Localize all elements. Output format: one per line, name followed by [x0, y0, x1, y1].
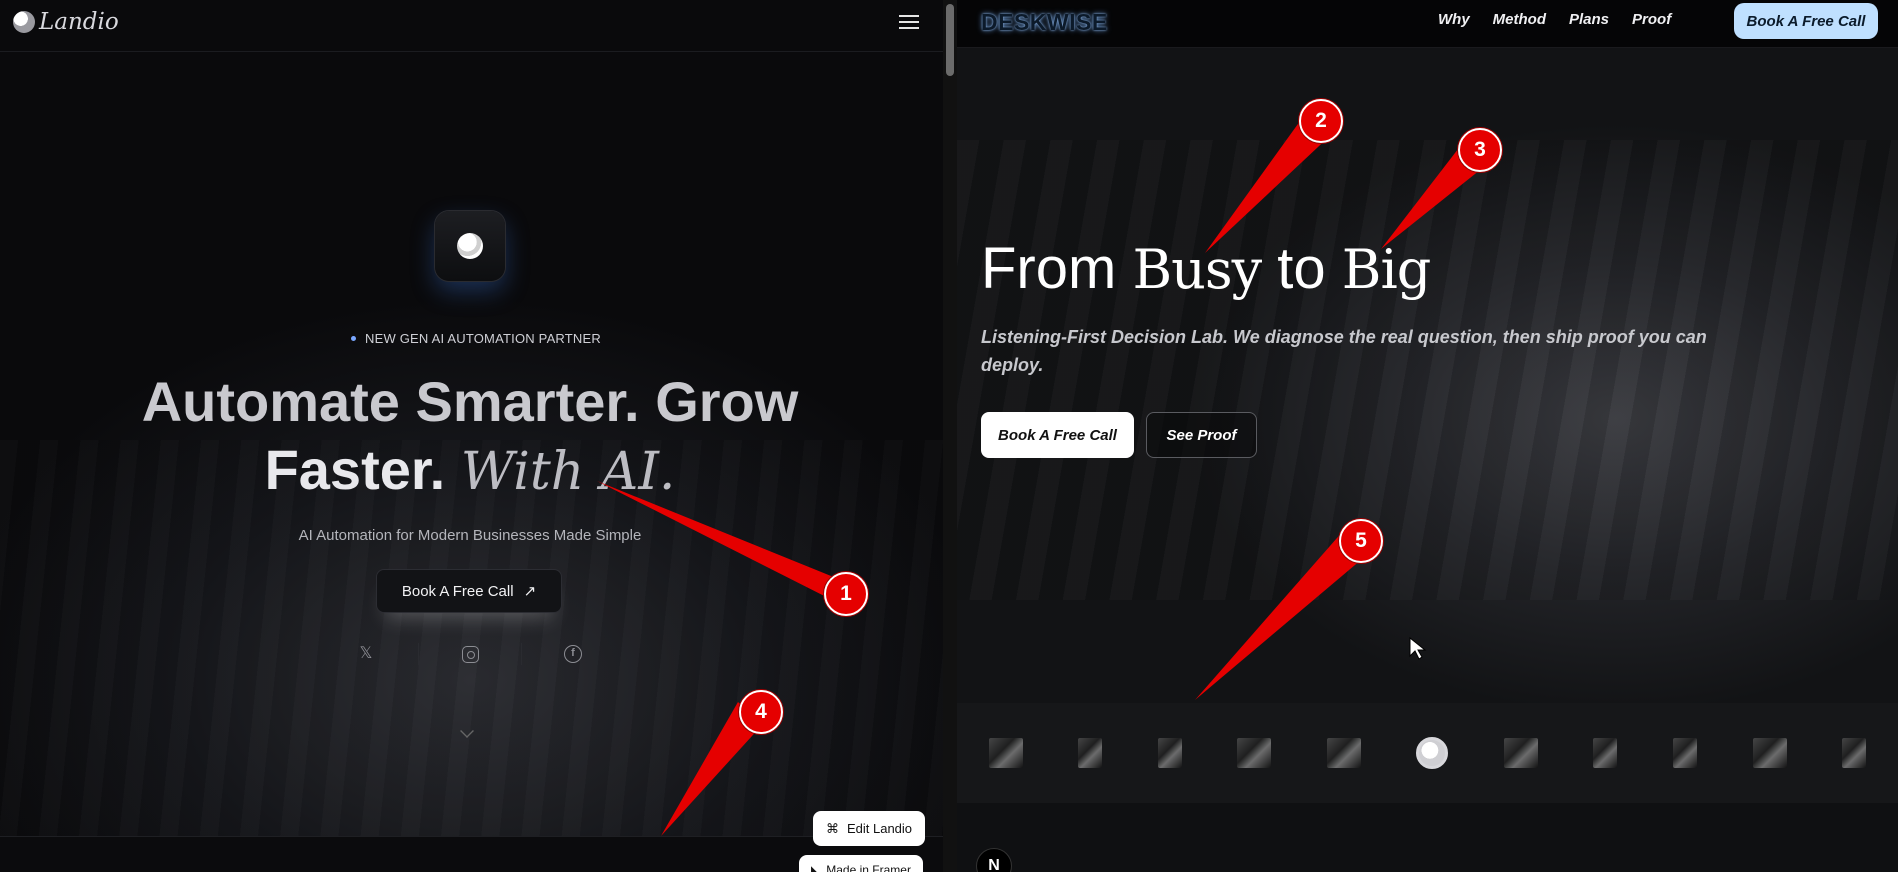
hero-subtitle: AI Automation for Modern Businesses Made… — [298, 527, 642, 544]
chevron-down-icon[interactable] — [460, 724, 474, 738]
arrow-up-right-icon: ↗ — [523, 583, 537, 600]
landio-brand[interactable]: Landio — [13, 9, 119, 35]
mouse-cursor-icon — [1409, 637, 1427, 660]
social-links: 𝕏 f — [356, 640, 582, 668]
divider — [418, 643, 420, 665]
hero-line1b: Grow — [655, 370, 799, 433]
marker-4: 4 — [739, 690, 783, 734]
tagline: NEW GEN AI AUTOMATION PARTNER — [351, 331, 601, 346]
landio-logo-icon — [13, 11, 35, 33]
strip-lower-band — [957, 803, 1898, 872]
strip-image — [1842, 738, 1867, 768]
scrollbar-thumb[interactable] — [946, 4, 954, 76]
logo-strip — [957, 703, 1898, 803]
edit-landio-label: Edit Landio — [846, 821, 913, 836]
framer-icon: ◣ — [811, 863, 821, 872]
hero-line2b: With AI. — [460, 442, 676, 502]
title-big: Big — [1341, 238, 1432, 301]
nav-why[interactable]: Why — [1438, 11, 1470, 28]
nav-plans[interactable]: Plans — [1569, 11, 1609, 28]
made-in-framer-label: Made in Framer — [826, 863, 911, 872]
menu-icon[interactable] — [899, 15, 919, 29]
strip-image — [1326, 738, 1361, 768]
nav-method[interactable]: Method — [1493, 11, 1546, 28]
nav-links: Why Method Plans Proof — [1438, 11, 1671, 28]
landio-brand-name: Landio — [39, 9, 119, 35]
strip-image — [1078, 738, 1103, 768]
deskwise-logo[interactable]: DESKWISE — [981, 9, 1108, 36]
deskwise-pane: DESKWISE Why Method Plans Proof Book A F… — [957, 0, 1898, 872]
marker-1: 1 — [824, 572, 868, 616]
strip-image — [1593, 738, 1618, 768]
strip-image — [988, 738, 1023, 768]
hero-book-call-button[interactable]: Book A Free Call — [981, 412, 1134, 458]
strip-image — [1752, 738, 1787, 768]
facebook-icon[interactable]: f — [564, 645, 582, 663]
left-scrollbar[interactable] — [943, 0, 957, 872]
divider — [520, 643, 522, 665]
strip-image — [1673, 738, 1698, 768]
strip-image — [1157, 738, 1182, 768]
x-twitter-icon[interactable]: 𝕏 — [356, 644, 376, 664]
landio-pane: Landio NEW GEN AI AUTOMATION PARTNER Aut… — [0, 0, 943, 872]
deskwise-nav: DESKWISE Why Method Plans Proof Book A F… — [957, 0, 1898, 48]
instagram-icon[interactable] — [461, 645, 479, 663]
edit-landio-button[interactable]: ⌘ Edit Landio — [813, 811, 925, 846]
strip-logo-icon — [1416, 737, 1449, 769]
book-call-label: Book A Free Call — [401, 582, 514, 600]
strip-image — [1237, 738, 1272, 768]
title-from: From — [981, 236, 1117, 301]
hero-title: Automate Smarter. Grow Faster. With AI. — [60, 368, 880, 506]
globe-icon — [457, 233, 483, 259]
tagline-dot-icon — [351, 336, 356, 341]
hero-line1a: Automate Smarter. — [141, 370, 640, 433]
hero-line2a: Faster. — [264, 438, 446, 501]
deskwise-hero-title: From Busy to Big — [981, 234, 1432, 305]
tagline-text: NEW GEN AI AUTOMATION PARTNER — [365, 331, 601, 346]
marker-5: 5 — [1339, 519, 1383, 563]
command-icon: ⌘ — [825, 820, 839, 836]
see-proof-button[interactable]: See Proof — [1146, 412, 1257, 458]
deskwise-hero-subtitle: Listening-First Decision Lab. We diagnos… — [981, 327, 1707, 375]
landio-topbar: Landio — [0, 0, 943, 52]
book-call-button[interactable]: Book A Free Call ↗ — [376, 569, 562, 613]
marker-3: 3 — [1458, 128, 1502, 172]
strip-image — [1503, 738, 1538, 768]
marker-2: 2 — [1299, 99, 1343, 143]
nav-proof[interactable]: Proof — [1632, 11, 1671, 28]
title-to: to — [1277, 236, 1326, 301]
title-busy: Busy — [1132, 238, 1262, 301]
nav-book-call-button[interactable]: Book A Free Call — [1734, 3, 1878, 39]
made-in-framer-badge[interactable]: ◣ Made in Framer — [799, 855, 923, 872]
app-tile-icon — [435, 211, 505, 281]
